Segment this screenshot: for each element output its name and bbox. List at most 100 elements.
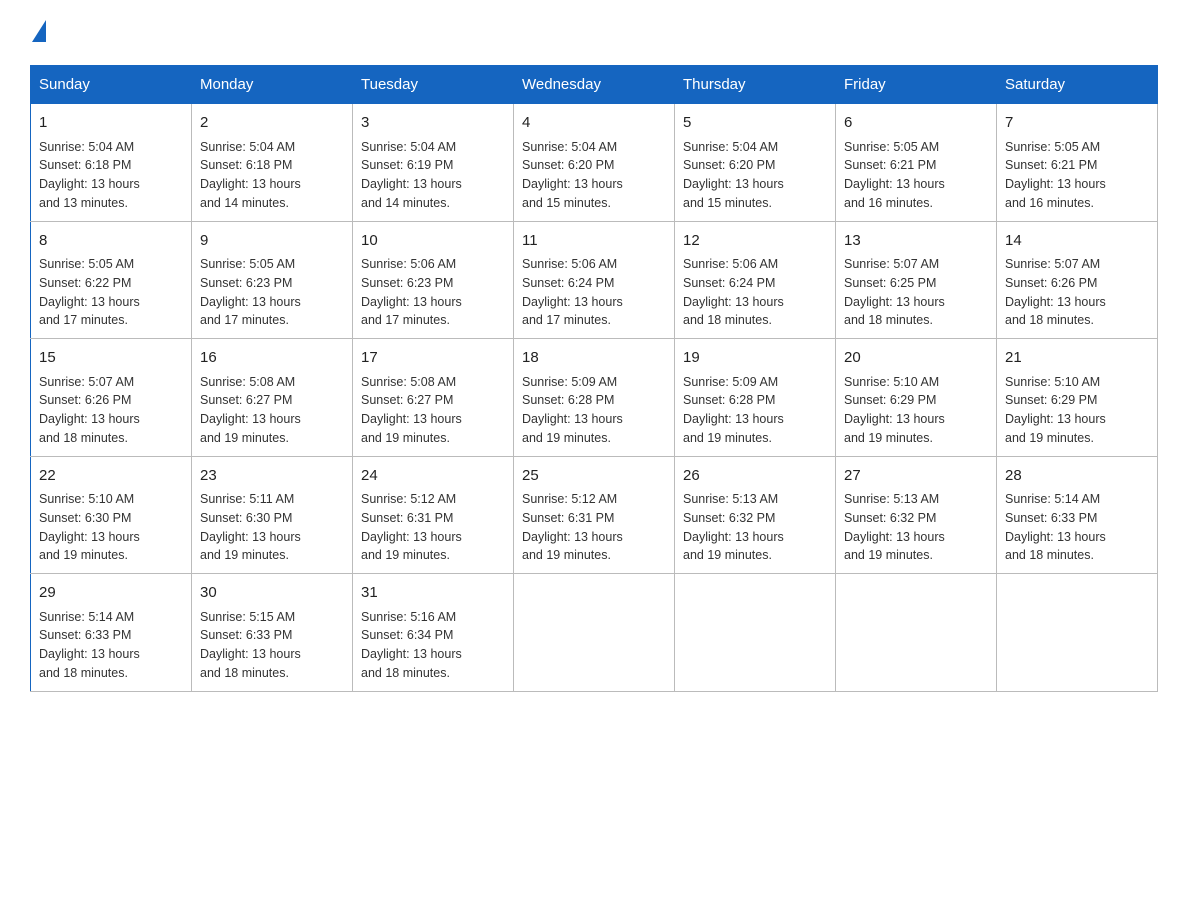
day-info: Sunrise: 5:07 AMSunset: 6:26 PMDaylight:… <box>1005 255 1149 330</box>
day-number: 29 <box>39 582 183 605</box>
day-info: Sunrise: 5:04 AMSunset: 6:19 PMDaylight:… <box>361 138 505 213</box>
day-number: 19 <box>683 347 827 370</box>
calendar-day-cell: 17 Sunrise: 5:08 AMSunset: 6:27 PMDayligh… <box>353 339 514 457</box>
calendar-day-cell: 28Sunrise: 5:14 AMSunset: 6:33 PMDayligh… <box>997 456 1158 574</box>
weekday-header-tuesday: Tuesday <box>353 66 514 104</box>
day-number: 8 <box>39 230 183 253</box>
day-info: Sunrise: 5:05 AMSunset: 6:22 PMDaylight:… <box>39 255 183 330</box>
day-number: 13 <box>844 230 988 253</box>
calendar-day-cell: 10Sunrise: 5:06 AMSunset: 6:23 PMDayligh… <box>353 221 514 339</box>
logo-triangle-icon <box>32 20 46 42</box>
day-info: Sunrise: 5:16 AMSunset: 6:34 PMDaylight:… <box>361 608 505 683</box>
calendar-day-cell: 22Sunrise: 5:10 AMSunset: 6:30 PMDayligh… <box>31 456 192 574</box>
calendar-day-cell: 1 Sunrise: 5:04 AMSunset: 6:18 PMDaylight… <box>31 104 192 222</box>
day-number: 12 <box>683 230 827 253</box>
calendar-day-cell: 14Sunrise: 5:07 AMSunset: 6:26 PMDayligh… <box>997 221 1158 339</box>
calendar-day-cell: 19 Sunrise: 5:09 AMSunset: 6:28 PMDayligh… <box>675 339 836 457</box>
calendar-week-row: 22Sunrise: 5:10 AMSunset: 6:30 PMDayligh… <box>31 456 1158 574</box>
calendar-day-cell: 6 Sunrise: 5:05 AMSunset: 6:21 PMDaylight… <box>836 104 997 222</box>
day-number: 14 <box>1005 230 1149 253</box>
day-number: 17 <box>361 347 505 370</box>
calendar-week-row: 8Sunrise: 5:05 AMSunset: 6:22 PMDaylight… <box>31 221 1158 339</box>
day-number: 2 <box>200 112 344 135</box>
day-info: Sunrise: 5:15 AMSunset: 6:33 PMDaylight:… <box>200 608 344 683</box>
day-number: 31 <box>361 582 505 605</box>
calendar-day-cell: 25Sunrise: 5:12 AMSunset: 6:31 PMDayligh… <box>514 456 675 574</box>
day-number: 28 <box>1005 465 1149 488</box>
day-number: 30 <box>200 582 344 605</box>
calendar-day-cell: 12Sunrise: 5:06 AMSunset: 6:24 PMDayligh… <box>675 221 836 339</box>
day-info: Sunrise: 5:06 AMSunset: 6:24 PMDaylight:… <box>522 255 666 330</box>
day-number: 20 <box>844 347 988 370</box>
day-number: 11 <box>522 230 666 253</box>
calendar-day-cell: 3Sunrise: 5:04 AMSunset: 6:19 PMDaylight… <box>353 104 514 222</box>
day-info: Sunrise: 5:12 AMSunset: 6:31 PMDaylight:… <box>361 490 505 565</box>
page-header <box>30 20 1158 45</box>
weekday-header-sunday: Sunday <box>31 66 192 104</box>
day-number: 25 <box>522 465 666 488</box>
weekday-header-friday: Friday <box>836 66 997 104</box>
day-info: Sunrise: 5:14 AMSunset: 6:33 PMDaylight:… <box>39 608 183 683</box>
calendar-day-cell: 16Sunrise: 5:08 AMSunset: 6:27 PMDayligh… <box>192 339 353 457</box>
day-number: 1 <box>39 112 183 135</box>
day-number: 22 <box>39 465 183 488</box>
day-info: Sunrise: 5:14 AMSunset: 6:33 PMDaylight:… <box>1005 490 1149 565</box>
day-info: Sunrise: 5:12 AMSunset: 6:31 PMDaylight:… <box>522 490 666 565</box>
day-info: Sunrise: 5:08 AMSunset: 6:27 PMDaylight:… <box>361 373 505 448</box>
calendar-day-cell <box>675 574 836 692</box>
calendar-day-cell: 21Sunrise: 5:10 AMSunset: 6:29 PMDayligh… <box>997 339 1158 457</box>
day-info: Sunrise: 5:04 AMSunset: 6:20 PMDaylight:… <box>683 138 827 213</box>
day-number: 9 <box>200 230 344 253</box>
calendar-day-cell: 24Sunrise: 5:12 AMSunset: 6:31 PMDayligh… <box>353 456 514 574</box>
day-info: Sunrise: 5:04 AMSunset: 6:18 PMDaylight:… <box>39 138 183 213</box>
calendar-day-cell <box>997 574 1158 692</box>
day-number: 21 <box>1005 347 1149 370</box>
day-number: 6 <box>844 112 988 135</box>
logo <box>30 20 46 45</box>
day-number: 16 <box>200 347 344 370</box>
weekday-header-row: SundayMondayTuesdayWednesdayThursdayFrid… <box>31 66 1158 104</box>
calendar-day-cell: 7Sunrise: 5:05 AMSunset: 6:21 PMDaylight… <box>997 104 1158 222</box>
calendar-day-cell: 9Sunrise: 5:05 AMSunset: 6:23 PMDaylight… <box>192 221 353 339</box>
day-info: Sunrise: 5:07 AMSunset: 6:25 PMDaylight:… <box>844 255 988 330</box>
day-number: 23 <box>200 465 344 488</box>
day-info: Sunrise: 5:11 AMSunset: 6:30 PMDaylight:… <box>200 490 344 565</box>
calendar-week-row: 15 Sunrise: 5:07 AMSunset: 6:26 PMDayligh… <box>31 339 1158 457</box>
calendar-day-cell: 8Sunrise: 5:05 AMSunset: 6:22 PMDaylight… <box>31 221 192 339</box>
day-info: Sunrise: 5:09 AMSunset: 6:28 PMDaylight:… <box>683 373 827 448</box>
day-info: Sunrise: 5:05 AMSunset: 6:23 PMDaylight:… <box>200 255 344 330</box>
day-number: 4 <box>522 112 666 135</box>
day-info: Sunrise: 5:07 AMSunset: 6:26 PMDaylight:… <box>39 373 183 448</box>
day-info: Sunrise: 5:04 AMSunset: 6:18 PMDaylight:… <box>200 138 344 213</box>
day-info: Sunrise: 5:04 AMSunset: 6:20 PMDaylight:… <box>522 138 666 213</box>
calendar-day-cell: 30 Sunrise: 5:15 AMSunset: 6:33 PMDayligh… <box>192 574 353 692</box>
day-info: Sunrise: 5:10 AMSunset: 6:29 PMDaylight:… <box>844 373 988 448</box>
day-number: 5 <box>683 112 827 135</box>
calendar-week-row: 29 Sunrise: 5:14 AMSunset: 6:33 PMDayligh… <box>31 574 1158 692</box>
day-info: Sunrise: 5:10 AMSunset: 6:30 PMDaylight:… <box>39 490 183 565</box>
weekday-header-thursday: Thursday <box>675 66 836 104</box>
day-number: 24 <box>361 465 505 488</box>
day-info: Sunrise: 5:05 AMSunset: 6:21 PMDaylight:… <box>1005 138 1149 213</box>
calendar-table: SundayMondayTuesdayWednesdayThursdayFrid… <box>30 65 1158 692</box>
calendar-day-cell: 13Sunrise: 5:07 AMSunset: 6:25 PMDayligh… <box>836 221 997 339</box>
weekday-header-saturday: Saturday <box>997 66 1158 104</box>
calendar-week-row: 1 Sunrise: 5:04 AMSunset: 6:18 PMDaylight… <box>31 104 1158 222</box>
calendar-day-cell: 15 Sunrise: 5:07 AMSunset: 6:26 PMDayligh… <box>31 339 192 457</box>
day-info: Sunrise: 5:13 AMSunset: 6:32 PMDaylight:… <box>683 490 827 565</box>
day-info: Sunrise: 5:09 AMSunset: 6:28 PMDaylight:… <box>522 373 666 448</box>
day-number: 26 <box>683 465 827 488</box>
calendar-day-cell: 4 Sunrise: 5:04 AMSunset: 6:20 PMDaylight… <box>514 104 675 222</box>
day-number: 15 <box>39 347 183 370</box>
calendar-day-cell: 23Sunrise: 5:11 AMSunset: 6:30 PMDayligh… <box>192 456 353 574</box>
calendar-day-cell: 5 Sunrise: 5:04 AMSunset: 6:20 PMDaylight… <box>675 104 836 222</box>
weekday-header-monday: Monday <box>192 66 353 104</box>
day-info: Sunrise: 5:13 AMSunset: 6:32 PMDaylight:… <box>844 490 988 565</box>
calendar-day-cell: 11Sunrise: 5:06 AMSunset: 6:24 PMDayligh… <box>514 221 675 339</box>
day-info: Sunrise: 5:05 AMSunset: 6:21 PMDaylight:… <box>844 138 988 213</box>
day-number: 10 <box>361 230 505 253</box>
day-info: Sunrise: 5:06 AMSunset: 6:24 PMDaylight:… <box>683 255 827 330</box>
calendar-day-cell: 18Sunrise: 5:09 AMSunset: 6:28 PMDayligh… <box>514 339 675 457</box>
day-info: Sunrise: 5:06 AMSunset: 6:23 PMDaylight:… <box>361 255 505 330</box>
calendar-day-cell: 2 Sunrise: 5:04 AMSunset: 6:18 PMDaylight… <box>192 104 353 222</box>
